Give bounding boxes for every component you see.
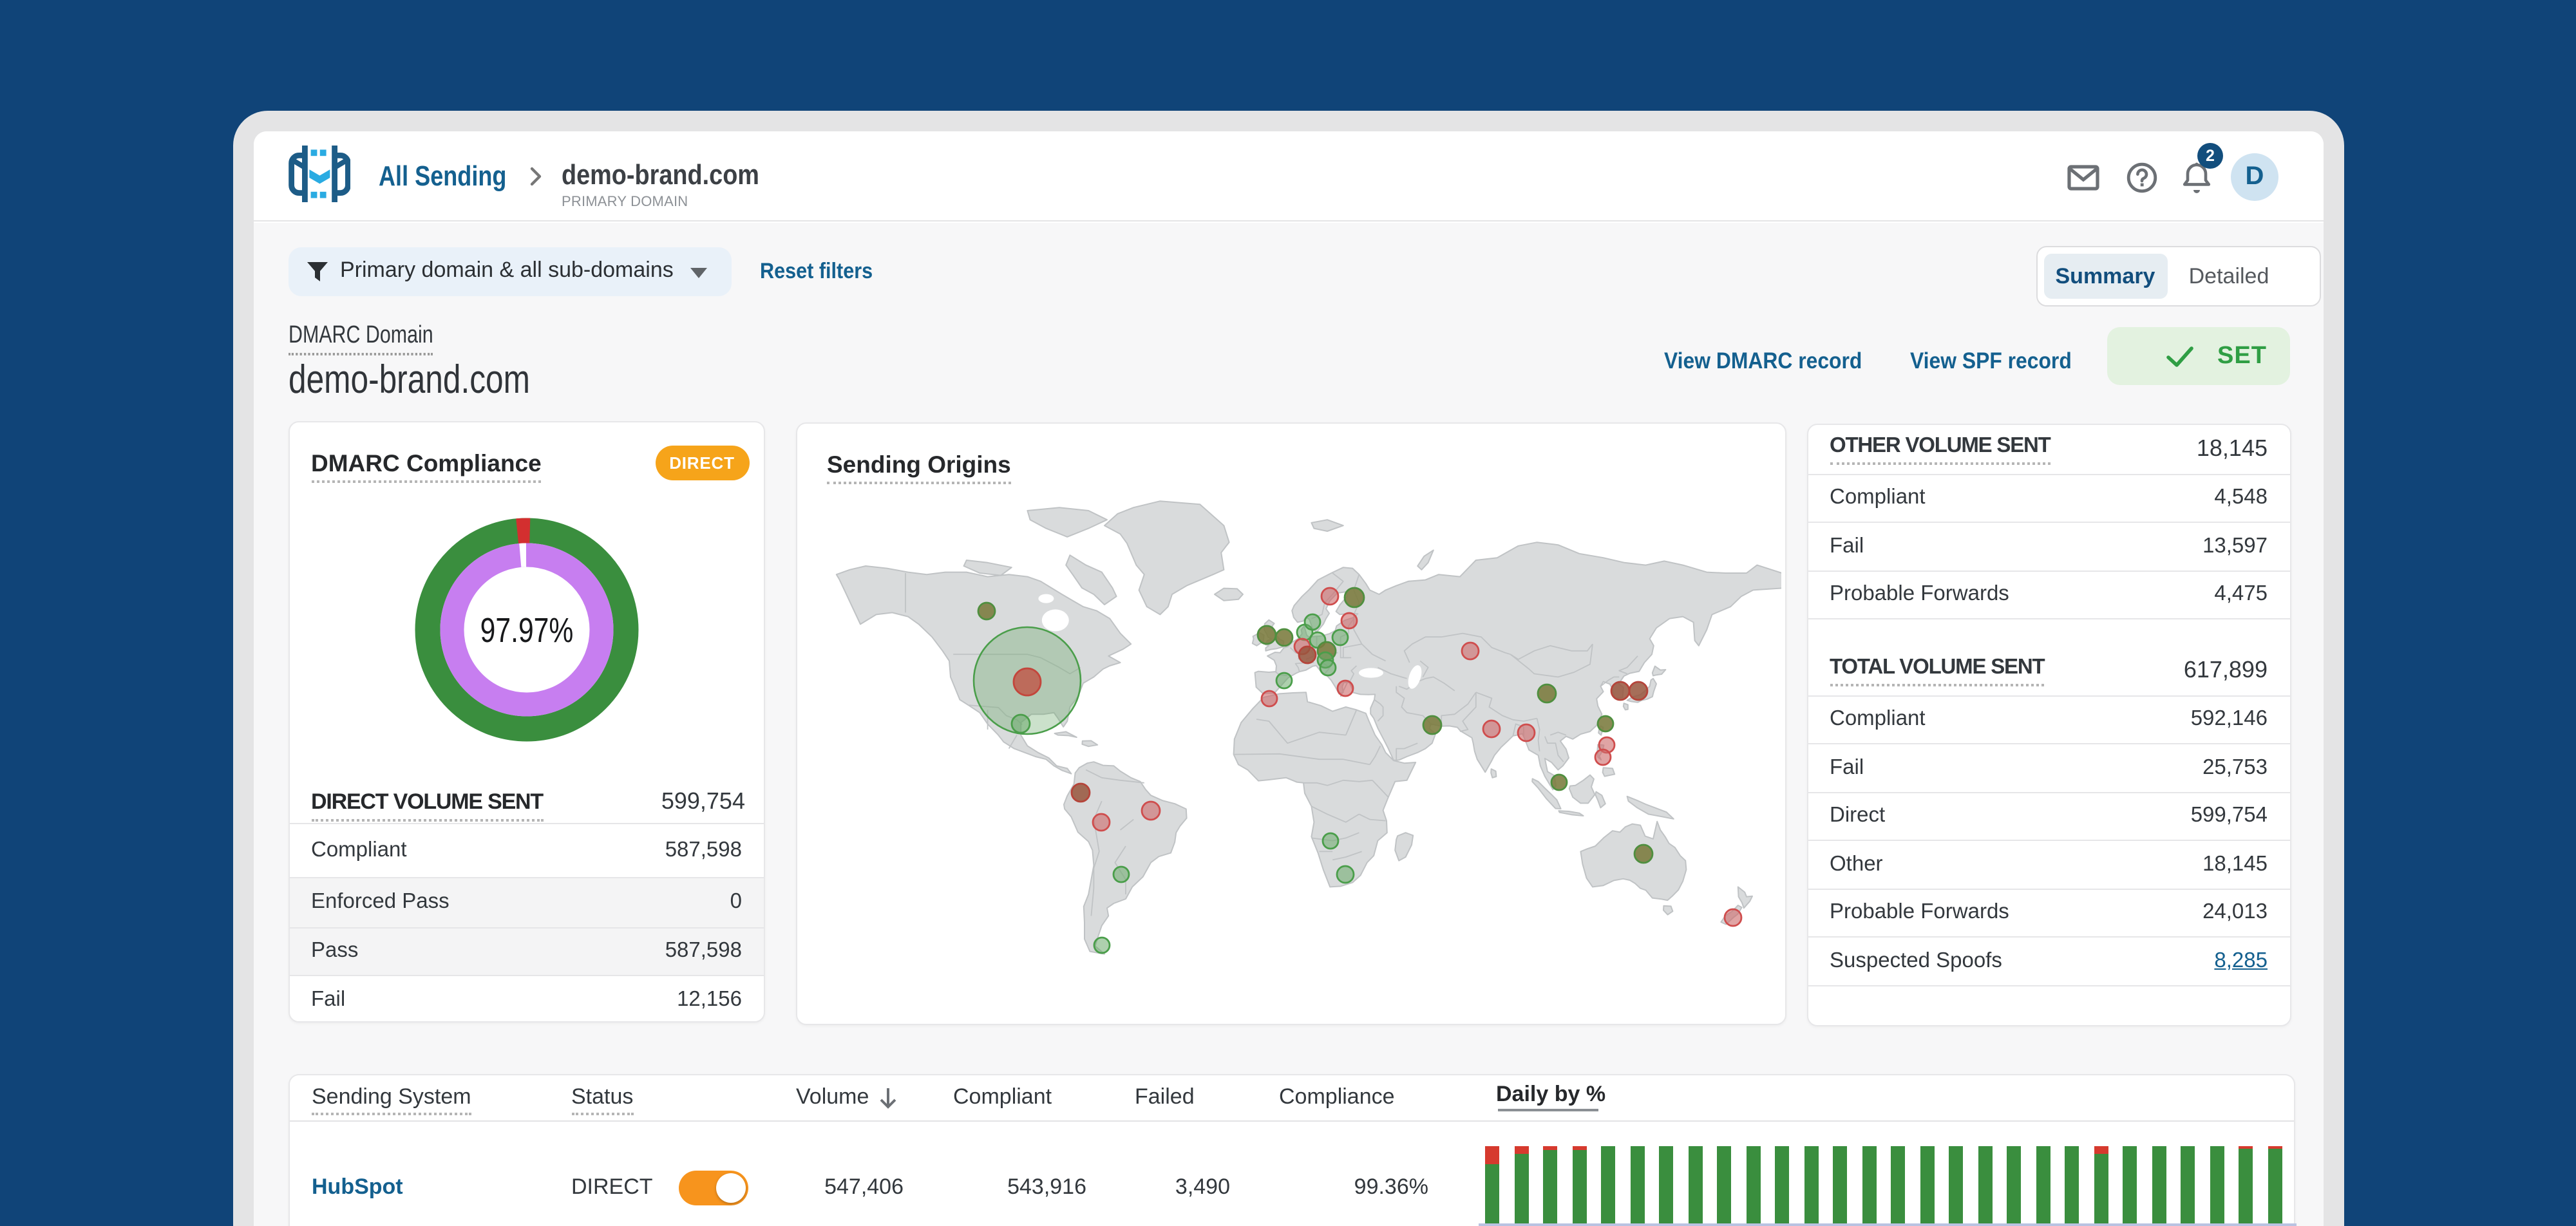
svg-text:97.97%: 97.97% [480, 611, 574, 650]
